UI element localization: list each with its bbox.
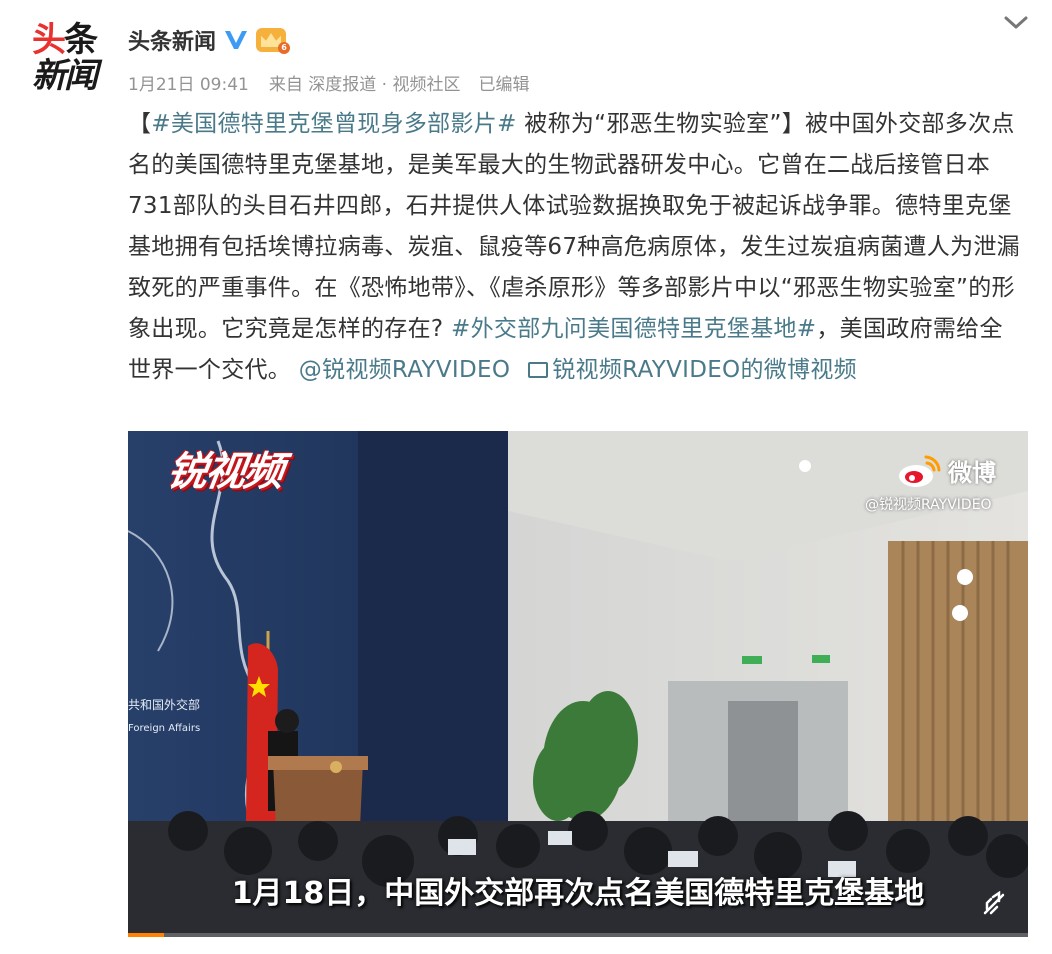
crown-member-icon: 6 — [256, 28, 291, 54]
watermark-handle: @锐视频RAYVIDEO — [865, 497, 992, 513]
account-name-row: 头条新闻 6 — [128, 24, 291, 56]
post-date[interactable]: 1月21日 09:41 — [128, 70, 249, 95]
mute-icon[interactable] — [981, 891, 1007, 917]
edited-label[interactable]: 已编辑 — [478, 70, 529, 95]
mention-link[interactable]: @锐视频RAYVIDEO — [299, 357, 511, 383]
post-meta: 1月21日 09:41 来自 深度报道 · 视频社区 已编辑 — [128, 70, 529, 95]
ray-video-logo: 锐视频 — [164, 449, 285, 495]
account-avatar[interactable]: 头条 新闻 — [26, 20, 102, 96]
avatar-logo-line1: 头条 — [32, 20, 98, 60]
hashtag-link[interactable]: #外交部九问美国德特里克堡基地# — [451, 316, 816, 342]
video-player[interactable]: 共和国外交部 Foreign Affairs 锐视频 微博 @锐视频RAYVID… — [128, 431, 1028, 937]
backdrop-text-cn: 共和国外交部 — [128, 697, 200, 712]
content-text: 被称为“邪恶生物实验室”】被中国外交部多次点名的美国德特里克堡基地，是美军最大的… — [128, 111, 1020, 342]
video-subtitle: 1月18日，中国外交部再次点名美国德特里克堡基地 — [231, 876, 925, 911]
weibo-logo-icon — [899, 455, 941, 487]
post-content: 【#美国德特里克堡曾现身多部影片# 被称为“邪恶生物实验室”】被中国外交部多次点… — [128, 104, 1024, 391]
chevron-down-icon[interactable] — [1003, 14, 1029, 32]
post-source: 来自 深度报道 · 视频社区 — [268, 75, 461, 95]
hashtag-link[interactable]: #美国德特里克堡曾现身多部影片# — [151, 111, 516, 137]
verified-icon — [225, 31, 248, 49]
video-progress-bar[interactable] — [128, 933, 1028, 937]
video-link[interactable]: 锐视频RAYVIDEO的微博视频 — [552, 357, 857, 383]
avatar-logo-line2: 新闻 — [32, 56, 98, 96]
backdrop-text-en: Foreign Affairs — [128, 723, 200, 734]
weibo-watermark: 微博 — [898, 453, 996, 488]
video-link-icon — [528, 362, 549, 378]
account-name[interactable]: 头条新闻 — [128, 24, 216, 56]
weibo-label: 微博 — [948, 459, 996, 487]
video-progress-fill — [128, 933, 164, 937]
bracket-open: 【 — [128, 111, 152, 137]
